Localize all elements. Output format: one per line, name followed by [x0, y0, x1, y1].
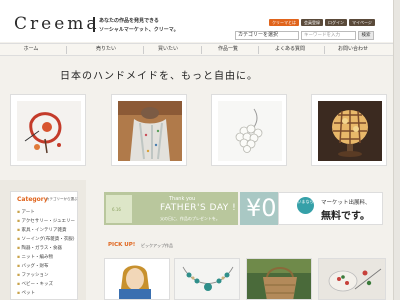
- bullet-icon: ▪: [17, 237, 21, 242]
- category-item-bag[interactable]: ▪ バッグ・財布: [17, 263, 49, 269]
- gift-tile: 6.16: [106, 195, 132, 223]
- tagline-line-1: あなたの作品を発見できる: [99, 18, 159, 24]
- necklace-image: [175, 259, 239, 299]
- market-line-2: 無料です。: [321, 211, 370, 222]
- scarf-image: [118, 101, 182, 161]
- category-item-label: ファッション: [21, 273, 49, 278]
- category-item-label: 陶器・ガラス・食器: [21, 246, 62, 251]
- pickup-item-3[interactable]: [246, 258, 312, 300]
- category-item-label: アート: [21, 210, 35, 215]
- category-item-knit[interactable]: ▪ ニット・編み物: [17, 254, 53, 260]
- fathers-day-line-2: FATHER'S DAY !: [160, 203, 237, 213]
- featured-product-4[interactable]: [311, 94, 387, 166]
- nav-works[interactable]: 作品一覧: [200, 44, 256, 55]
- category-subtitle: カテゴリーから選ぶ: [46, 197, 78, 201]
- category-select[interactable]: カテゴリーを選択: [235, 31, 299, 40]
- nav-contact[interactable]: お問い合わせ: [322, 44, 384, 55]
- search-button[interactable]: 検索: [358, 31, 374, 40]
- category-item-art[interactable]: ▪ アート: [17, 209, 35, 215]
- featured-product-2[interactable]: [111, 94, 187, 166]
- fathers-day-line-3: 父の日に、作品のプレゼントを。: [160, 216, 220, 221]
- market-line-1: マーケット出展料、: [321, 200, 371, 206]
- nav-faq[interactable]: よくある質問: [258, 44, 322, 55]
- logo-divider: [93, 17, 95, 32]
- category-item-label: ニット・編み物: [21, 255, 54, 260]
- creema-logo[interactable]: Creema: [14, 14, 100, 34]
- mypage-button[interactable]: マイページ: [349, 19, 375, 26]
- category-item-ceramics[interactable]: ▪ 陶器・ガラス・食器: [17, 245, 62, 251]
- basket-image: [247, 259, 311, 299]
- zero-yen-mark: ¥0: [246, 194, 277, 222]
- pickup-item-4[interactable]: [318, 258, 386, 300]
- now-badge: いまなら: [297, 197, 314, 214]
- bullet-icon: ▪: [17, 219, 21, 224]
- search-input[interactable]: キーワードを入力: [301, 31, 356, 40]
- category-item-interior[interactable]: ▪ 家具・インテリア雑貨: [17, 227, 67, 233]
- pickup-title: PICK UP!: [108, 242, 136, 248]
- bullet-icon: ▪: [17, 273, 21, 278]
- category-item-label: ソーイング(布雑貨・衣服): [21, 237, 75, 242]
- nav-sell[interactable]: 売りたい: [78, 44, 134, 55]
- tagline: あなたの作品を発見できる ソーシャルマーケット、クリーマ。: [99, 17, 179, 35]
- bullet-icon: ▪: [17, 282, 21, 287]
- nav-home[interactable]: ホーム: [2, 44, 60, 55]
- lamp-image: [318, 101, 382, 161]
- category-item-label: ペット: [21, 291, 36, 296]
- hero-title: 日本のハンドメイドを、もっと自由に。: [60, 71, 258, 82]
- featured-product-1[interactable]: [10, 94, 86, 166]
- category-item-accessory[interactable]: ▪ アクセサリー・ジュエリー: [17, 218, 75, 224]
- register-button[interactable]: 会員登録: [301, 19, 323, 26]
- fathers-day-line-1: Thank you: [169, 196, 196, 202]
- category-item-label: アクセサリー・ジュエリー: [21, 219, 75, 224]
- featured-product-3[interactable]: [211, 94, 287, 166]
- category-item-fashion[interactable]: ▪ ファッション: [17, 272, 49, 278]
- bullet-icon: ▪: [17, 210, 21, 215]
- category-item-kids[interactable]: ▪ ベビー・キッズ: [17, 281, 53, 287]
- pearl-brooch-image: [218, 101, 282, 161]
- illustration-image: [105, 259, 169, 299]
- pickup-item-1[interactable]: [104, 258, 170, 300]
- category-item-label: バッグ・財布: [21, 264, 49, 269]
- category-item-sewing[interactable]: ▪ ソーイング(布雑貨・衣服): [17, 236, 75, 242]
- pickup-item-2[interactable]: [174, 258, 240, 300]
- page-scrollbar[interactable]: [393, 0, 400, 300]
- search-bar: カテゴリーを選択 キーワードを入力 検索: [235, 31, 374, 40]
- pickup-subtitle: ピックアップ作品: [141, 243, 173, 248]
- top-button-group: クリーマとは 会員登録 ログイン マイページ: [269, 19, 375, 26]
- tagline-line-2: ソーシャルマーケット、クリーマ。: [99, 27, 179, 33]
- category-item-pet[interactable]: ▪ ペット: [17, 290, 35, 296]
- about-creema-button[interactable]: クリーマとは: [269, 19, 299, 26]
- bullet-icon: ▪: [17, 255, 21, 260]
- category-title: Category: [17, 196, 48, 203]
- bullet-icon: ▪: [17, 228, 21, 233]
- bullet-icon: ▪: [17, 291, 21, 296]
- main-nav: ホーム 売りたい 買いたい 作品一覧 よくある質問 お問い合わせ: [0, 43, 400, 56]
- beads-image: [319, 259, 385, 299]
- category-item-label: ベビー・キッズ: [21, 282, 54, 287]
- nav-divider: [66, 46, 67, 54]
- category-item-label: 家具・インテリア雑貨: [21, 228, 67, 233]
- bullet-icon: ▪: [17, 246, 21, 251]
- login-button[interactable]: ログイン: [325, 19, 347, 26]
- bullet-icon: ▪: [17, 264, 21, 269]
- painting-image: [17, 101, 81, 161]
- nav-buy[interactable]: 買いたい: [140, 44, 196, 55]
- gift-tile-text: 6.16: [112, 207, 121, 212]
